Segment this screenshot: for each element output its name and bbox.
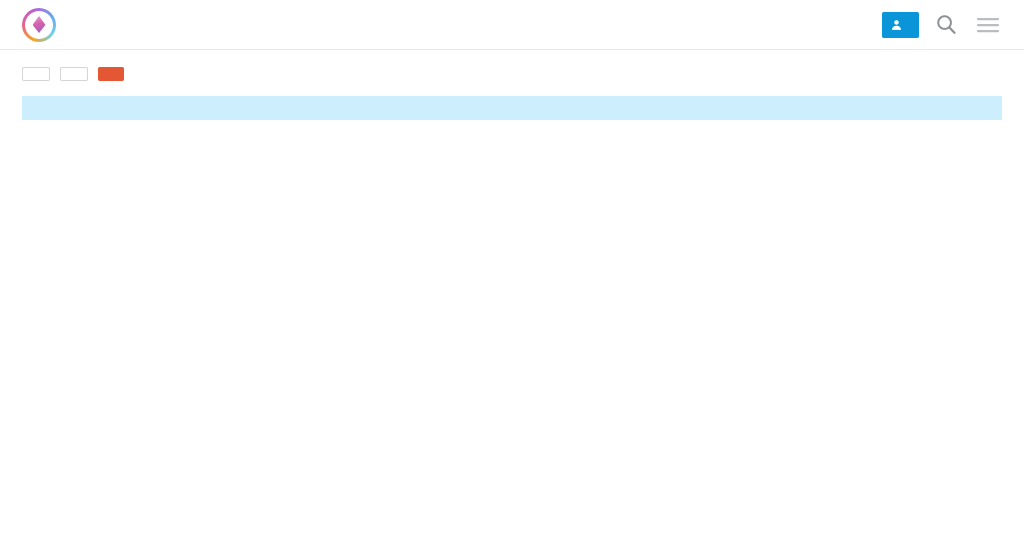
hamburger-menu-icon [977,17,999,32]
page-root [0,0,1024,534]
tab-latest[interactable] [98,67,124,81]
menu-button[interactable] [974,13,1002,37]
tab-top[interactable] [170,67,196,81]
ethereum-research-logo-icon [22,7,56,42]
brand-home-link[interactable] [22,7,67,42]
site-header [0,0,1024,50]
header-actions [882,11,1002,38]
tag-filter-dropdown[interactable] [60,67,88,81]
content-area [0,96,1024,120]
new-topics-notice[interactable] [22,96,1002,120]
search-button[interactable] [933,11,960,38]
category-filter-dropdown[interactable] [22,67,50,81]
tab-categories[interactable] [134,67,160,81]
person-icon [892,19,901,30]
navigation-bar [0,50,1024,96]
search-icon [937,15,956,34]
login-button[interactable] [882,11,919,38]
